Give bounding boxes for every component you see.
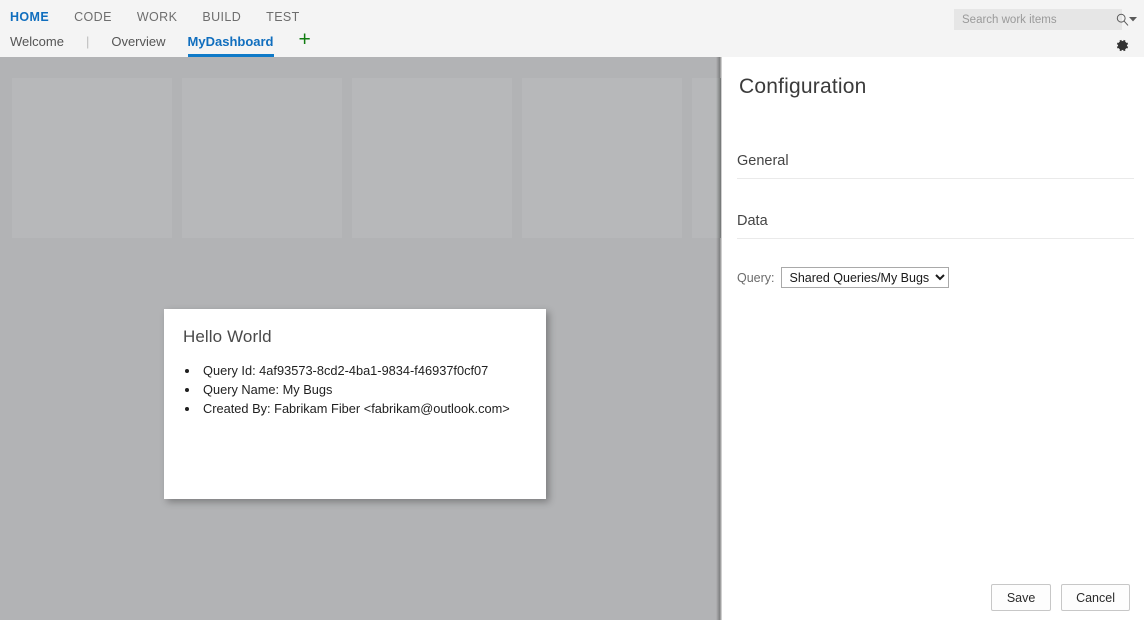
dashboard-tab-bar: Welcome | Overview MyDashboard + <box>0 33 1144 57</box>
section-general-label: General <box>737 153 789 169</box>
tab-overview[interactable]: Overview <box>111 33 165 57</box>
dashboard-canvas: Hello World Query Id: 4af93573-8cd2-4ba1… <box>0 57 720 620</box>
tab-welcome[interactable]: Welcome <box>10 33 64 57</box>
hub-link-build[interactable]: BUILD <box>202 10 241 24</box>
query-field-row: Query: Shared Queries/My Bugs <box>737 267 1144 288</box>
placeholder-tile <box>352 78 512 238</box>
search-input[interactable] <box>954 10 1116 29</box>
hub-link-work[interactable]: WORK <box>137 10 178 24</box>
tab-mydashboard[interactable]: MyDashboard <box>188 33 274 57</box>
hub-link-test[interactable]: TEST <box>266 10 300 24</box>
query-field-label: Query: <box>737 271 775 285</box>
placeholder-tile <box>12 78 172 238</box>
search-icon[interactable] <box>1116 9 1129 30</box>
section-data-label: Data <box>737 213 768 229</box>
widget-detail-list: Query Id: 4af93573-8cd2-4ba1-9834-f46937… <box>200 361 546 418</box>
hub-link-code[interactable]: CODE <box>74 10 112 24</box>
query-select[interactable]: Shared Queries/My Bugs <box>781 267 949 288</box>
section-data: Data <box>737 212 1134 239</box>
hub-link-home[interactable]: HOME <box>10 10 49 24</box>
panel-title: Configuration <box>739 75 1144 99</box>
panel-footer: Save Cancel <box>981 584 1130 611</box>
widget-title: Hello World <box>183 327 546 347</box>
placeholder-tile <box>522 78 682 238</box>
add-dashboard-icon[interactable]: + <box>299 31 311 49</box>
dashboard-tabs: Welcome | Overview MyDashboard + <box>10 33 311 57</box>
save-button[interactable]: Save <box>991 584 1051 611</box>
placeholder-tile <box>182 78 342 238</box>
dashboard-page: HOME CODE WORK BUILD TEST Welcome | Over… <box>0 0 1144 620</box>
chevron-down-icon[interactable] <box>1129 9 1137 30</box>
configuration-panel: Configuration General Data Query: Shared… <box>721 57 1144 620</box>
tab-separator: | <box>86 33 89 57</box>
section-general: General <box>737 152 1134 179</box>
list-item: Query Id: 4af93573-8cd2-4ba1-9834-f46937… <box>200 361 546 380</box>
hello-world-widget[interactable]: Hello World Query Id: 4af93573-8cd2-4ba1… <box>164 309 546 499</box>
hub-nav-group: HOME CODE WORK BUILD TEST <box>10 0 325 33</box>
gear-icon[interactable] <box>1108 33 1136 57</box>
search-box[interactable] <box>954 9 1122 30</box>
list-item: Query Name: My Bugs <box>200 380 546 399</box>
top-navigation-bar: HOME CODE WORK BUILD TEST <box>0 0 1144 33</box>
list-item: Created By: Fabrikam Fiber <fabrikam@out… <box>200 399 546 418</box>
cancel-button[interactable]: Cancel <box>1061 584 1130 611</box>
